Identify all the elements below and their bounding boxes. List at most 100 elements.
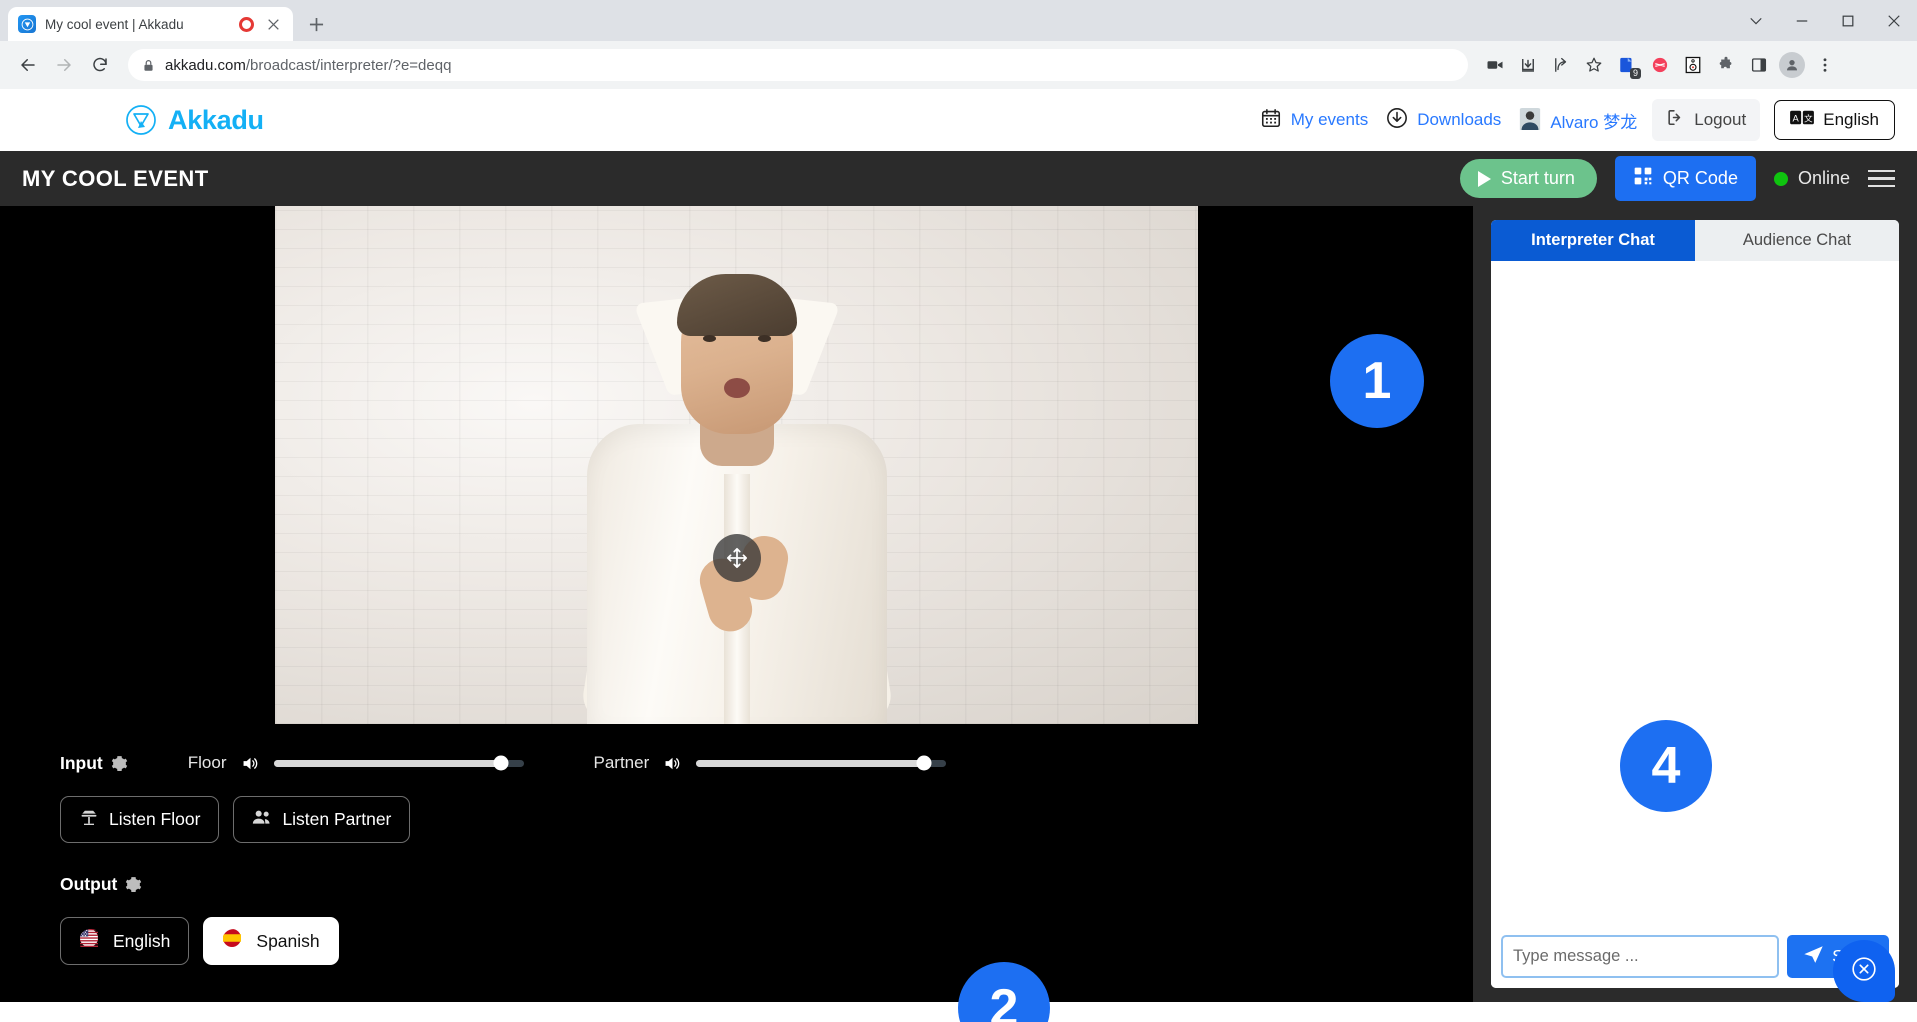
listen-buttons-row: Listen Floor Listen Partner xyxy=(0,780,1473,843)
video-player[interactable] xyxy=(275,206,1198,724)
flag-us-icon xyxy=(79,929,103,953)
chevron-down-icon[interactable] xyxy=(1733,0,1779,41)
avatar xyxy=(1779,52,1805,78)
forward-arrow-icon[interactable] xyxy=(48,49,80,81)
page-content: Akkadu My events Downloads Alvaro 梦龙 Log… xyxy=(0,89,1917,1022)
output-row: Output xyxy=(0,867,1473,901)
partner-slider-label: Partner xyxy=(593,753,650,772)
download-circle-icon xyxy=(1386,107,1408,134)
lock-icon xyxy=(142,59,155,72)
record-dot-icon xyxy=(239,16,254,32)
downloads-link[interactable]: Downloads xyxy=(1377,107,1510,134)
tab-interpreter-chat[interactable]: Interpreter Chat xyxy=(1491,220,1695,261)
language-label: English xyxy=(1823,110,1879,129)
status-label: Online xyxy=(1797,168,1850,188)
start-turn-button[interactable]: Start turn xyxy=(1459,159,1597,198)
new-tab-button[interactable] xyxy=(299,7,333,41)
hamburger-menu-icon[interactable] xyxy=(1868,166,1895,192)
user-name: Alvaro 梦龙 xyxy=(1550,112,1638,132)
podium-icon xyxy=(79,808,99,831)
reload-icon[interactable] xyxy=(84,49,116,81)
user-profile[interactable]: Alvaro 梦龙 xyxy=(1510,108,1646,133)
chrome-menu-icon[interactable] xyxy=(1810,50,1840,80)
back-arrow-icon[interactable] xyxy=(12,49,44,81)
tab-audience-chat[interactable]: Audience Chat xyxy=(1695,220,1899,261)
output-label: Output xyxy=(60,873,118,894)
brand-name: Akkadu xyxy=(168,104,264,135)
qr-code-icon xyxy=(1633,166,1653,191)
close-circle-icon xyxy=(1851,956,1877,987)
share-icon[interactable] xyxy=(1546,50,1576,80)
event-toolbar: MY COOL EVENT Start turn QR Code Online xyxy=(0,151,1917,206)
minimize-icon[interactable] xyxy=(1779,0,1825,41)
partner-volume-group: Partner xyxy=(594,753,947,773)
language-selector-button[interactable]: A文 English xyxy=(1774,100,1895,140)
adblock-extension-icon[interactable] xyxy=(1645,50,1675,80)
logout-button[interactable]: Logout xyxy=(1652,99,1761,141)
user-avatar xyxy=(1519,108,1541,132)
install-download-icon[interactable] xyxy=(1513,50,1543,80)
svg-text:文: 文 xyxy=(1804,113,1813,123)
tab-audience-chat-label: Audience Chat xyxy=(1742,231,1852,249)
video-speaker xyxy=(572,274,902,724)
output-language-spanish-label: Spanish xyxy=(256,930,320,951)
output-language-row: English Spanish xyxy=(0,901,1473,965)
qr-code-button[interactable]: QR Code xyxy=(1614,156,1756,201)
event-toolbar-actions: Start turn QR Code Online xyxy=(1459,156,1895,201)
sidepanel-icon[interactable] xyxy=(1744,50,1774,80)
url-host: akkadu.com xyxy=(165,56,246,74)
partner-volume-slider[interactable] xyxy=(696,755,947,771)
tab-interpreter-chat-label: Interpreter Chat xyxy=(1531,231,1655,249)
site-header: Akkadu My events Downloads Alvaro 梦龙 Log… xyxy=(0,89,1917,151)
output-gear-icon[interactable] xyxy=(125,876,142,893)
qr-code-label: QR Code xyxy=(1662,168,1738,188)
extensions-strip: 9 xyxy=(1480,50,1840,80)
callout-badge-4: 4 xyxy=(1620,720,1712,812)
puzzle-extensions-icon[interactable] xyxy=(1711,50,1741,80)
translate-icon: A文 xyxy=(1790,109,1815,131)
listen-partner-button[interactable]: Listen Partner xyxy=(233,796,411,843)
brand-logo[interactable]: Akkadu xyxy=(125,104,264,136)
logout-icon xyxy=(1666,108,1685,132)
output-language-english-button[interactable]: English xyxy=(60,917,190,965)
url-path: /broadcast/interpreter/?e=deqq xyxy=(245,56,452,74)
akkadu-logo-icon xyxy=(125,104,157,136)
address-bar[interactable]: akkadu.com/broadcast/interpreter/?e=deqq xyxy=(128,49,1468,81)
notes-extension-icon[interactable]: 9 xyxy=(1612,50,1642,80)
address-bar-url: akkadu.com/broadcast/interpreter/?e=deqq xyxy=(165,57,451,74)
speaker-icon[interactable] xyxy=(663,755,682,772)
chat-message-input[interactable] xyxy=(1501,935,1780,978)
input-gear-icon[interactable] xyxy=(111,755,128,772)
listen-floor-button[interactable]: Listen Floor xyxy=(60,796,220,843)
audio-capture-extension-icon[interactable] xyxy=(1678,50,1708,80)
svg-text:A: A xyxy=(1793,113,1800,123)
downloads-label: Downloads xyxy=(1417,110,1502,129)
tab-close-icon[interactable] xyxy=(263,14,283,34)
speaker-icon[interactable] xyxy=(241,755,260,772)
start-turn-label: Start turn xyxy=(1500,168,1575,188)
chat-message-list[interactable] xyxy=(1491,261,1899,925)
move-handle-icon[interactable] xyxy=(712,534,761,582)
video-camera-icon[interactable] xyxy=(1480,50,1510,80)
event-title: MY COOL EVENT xyxy=(22,165,209,191)
browser-toolbar: akkadu.com/broadcast/interpreter/?e=deqq… xyxy=(0,41,1917,89)
extension-badge: 9 xyxy=(1630,68,1641,79)
floor-volume-slider[interactable] xyxy=(273,755,524,771)
calendar-icon xyxy=(1260,107,1282,134)
tab-strip: My cool event | Akkadu xyxy=(0,0,1917,41)
floor-volume-group: Floor xyxy=(188,753,524,773)
window-close-icon[interactable] xyxy=(1871,0,1917,41)
input-row: Input Floor Partner xyxy=(0,746,1473,780)
chat-tabs: Interpreter Chat Audience Chat xyxy=(1491,220,1899,261)
output-language-spanish-button[interactable]: Spanish xyxy=(203,917,339,965)
browser-tab[interactable]: My cool event | Akkadu xyxy=(8,7,293,41)
paper-plane-icon xyxy=(1803,944,1824,970)
profile-avatar-icon[interactable] xyxy=(1777,50,1807,80)
floor-slider-label: Floor xyxy=(187,753,227,772)
output-language-english-label: English xyxy=(113,930,171,951)
bookmark-star-icon[interactable] xyxy=(1579,50,1609,80)
listen-partner-label: Listen Partner xyxy=(282,809,392,829)
maximize-icon[interactable] xyxy=(1825,0,1871,41)
close-widget-button[interactable] xyxy=(1833,940,1895,1002)
my-events-link[interactable]: My events xyxy=(1251,107,1377,134)
